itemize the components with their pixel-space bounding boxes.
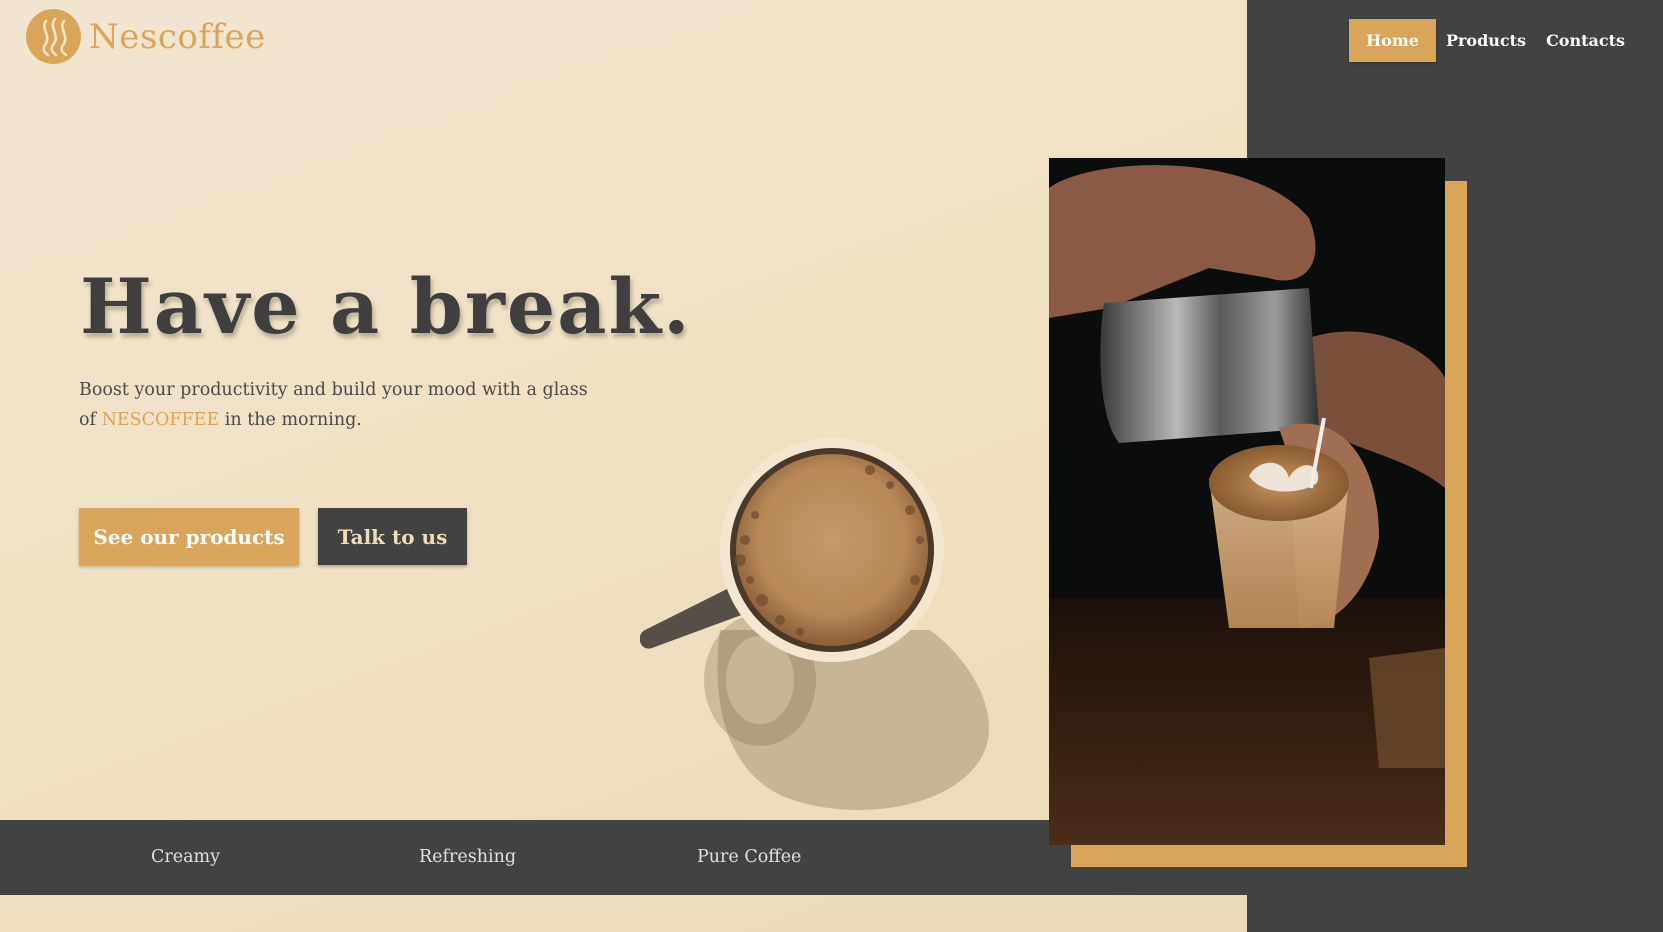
hero-title: Have a break. (80, 262, 692, 351)
feature-refreshing: Refreshing (419, 847, 517, 867)
feature-creamy: Creamy (151, 847, 221, 867)
main-nav: Home Products Contacts (1349, 19, 1635, 62)
brand-highlight: NESCOFFEE (101, 410, 220, 430)
nav-home[interactable]: Home (1349, 19, 1436, 62)
brand-logo[interactable]: Nescoffee (26, 9, 266, 64)
landing-page: Nescoffee Home Products Contacts Have a … (0, 0, 1663, 932)
hero-description: Boost your productivity and build your m… (79, 375, 599, 435)
nav-products[interactable]: Products (1436, 19, 1536, 62)
feature-pure-coffee: Pure Coffee (697, 847, 802, 867)
steam-icon (26, 9, 81, 64)
see-products-button[interactable]: See our products (79, 508, 299, 565)
nav-contacts[interactable]: Contacts (1536, 19, 1635, 62)
talk-to-us-button[interactable]: Talk to us (318, 508, 467, 565)
hero-description-end: in the morning. (219, 410, 362, 430)
latte-art-pour-photo (1049, 158, 1445, 845)
brand-name: Nescoffee (89, 16, 266, 57)
coffee-cup-illustration (639, 430, 1040, 830)
